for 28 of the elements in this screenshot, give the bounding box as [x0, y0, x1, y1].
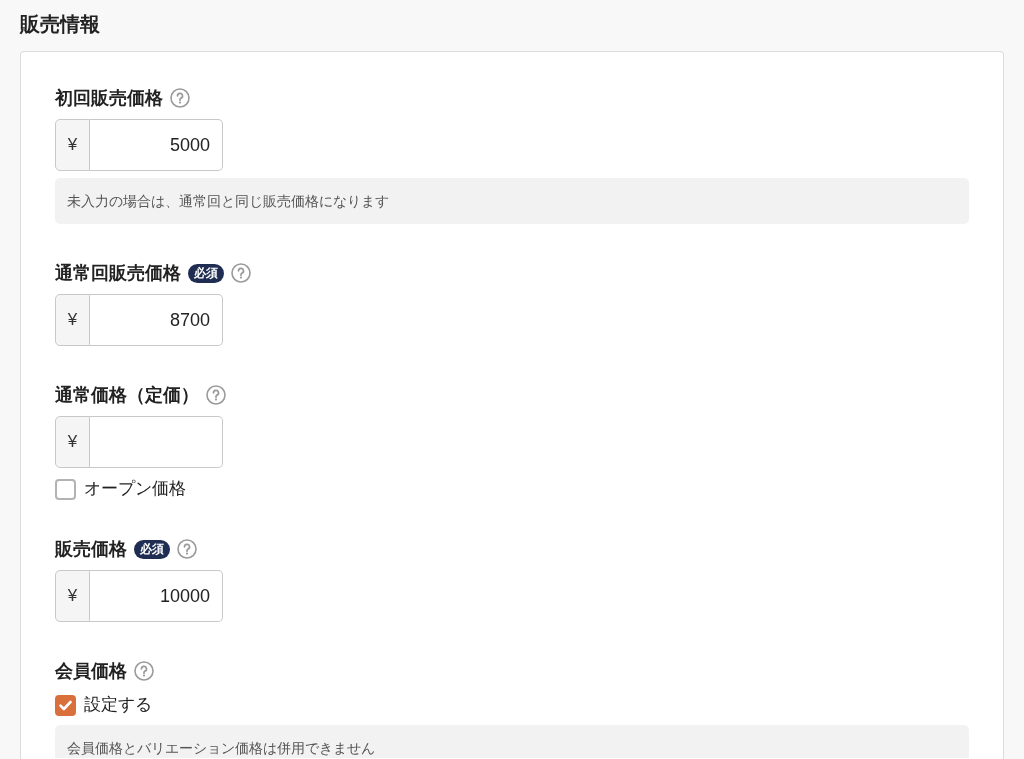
price-input[interactable]: 5000 [90, 119, 223, 171]
help-icon[interactable] [177, 539, 197, 559]
currency-prefix: ¥ [55, 119, 90, 171]
checkbox-label[interactable]: オープン価格 [84, 478, 186, 500]
price-input[interactable]: 10000 [90, 570, 223, 622]
checkbox[interactable] [55, 694, 76, 716]
currency-prefix: ¥ [55, 294, 90, 346]
section-title: 販売情報 [20, 12, 100, 37]
help-icon[interactable] [231, 263, 251, 283]
required-badge: 必須 [188, 263, 224, 283]
field-label: 通常価格（定価） [55, 384, 199, 407]
note-text: 会員価格とバリエーション価格は併用できません [67, 739, 375, 758]
help-icon[interactable] [206, 385, 226, 405]
check-icon [59, 699, 72, 711]
checkbox[interactable] [55, 478, 76, 500]
price-input[interactable]: 8700 [90, 294, 223, 346]
price-input[interactable] [90, 416, 223, 468]
currency-prefix: ¥ [55, 416, 90, 468]
field-label: 会員価格 [55, 660, 127, 683]
note-text: 未入力の場合は、通常回と同じ販売価格になります [67, 192, 389, 211]
field-label: 販売価格 [55, 538, 127, 561]
help-icon[interactable] [134, 661, 154, 681]
help-icon[interactable] [170, 88, 190, 108]
checkbox-label[interactable]: 設定する [84, 694, 152, 716]
field-label: 初回販売価格 [55, 87, 163, 110]
field-label: 通常回販売価格 [55, 262, 181, 285]
required-badge: 必須 [134, 539, 170, 559]
currency-prefix: ¥ [55, 570, 90, 622]
